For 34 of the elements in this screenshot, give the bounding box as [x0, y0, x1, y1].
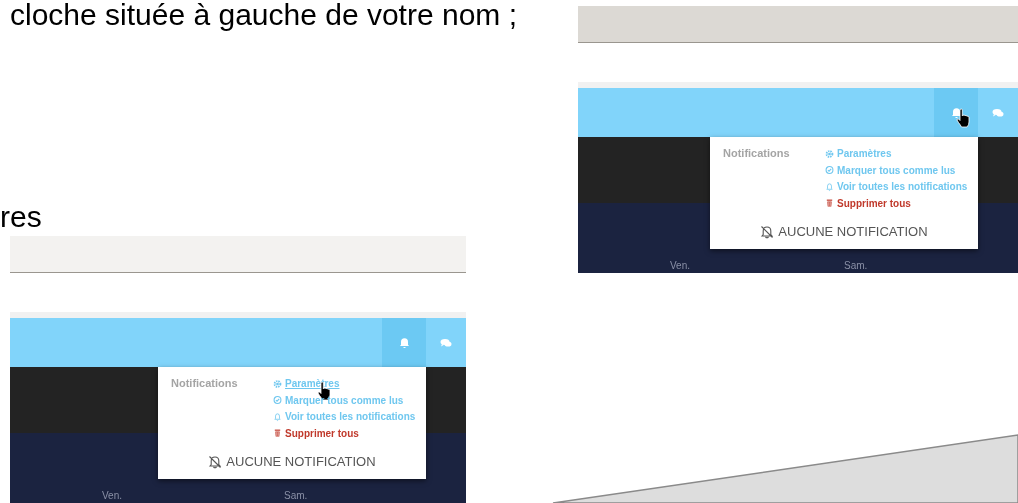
hand-cursor-icon	[956, 108, 972, 128]
empty-message: AUCUNE NOTIFICATION	[778, 224, 928, 239]
dropdown-link[interactable]: Voir toutes les notifications	[273, 410, 416, 424]
dropdown-link[interactable]: Paramètres	[273, 377, 416, 391]
day-label: Sam.	[844, 260, 869, 273]
bell-icon	[273, 411, 282, 422]
dropdown-link[interactable]: Supprimer tous	[825, 196, 968, 210]
day-label: Sam.	[284, 490, 309, 503]
body-text: cloche située à gauche de votre nom ;	[10, 0, 517, 32]
chat-icon	[992, 107, 1004, 118]
bell-icon	[950, 106, 962, 119]
trash-icon	[825, 198, 834, 209]
dropdown-title: Notifications	[171, 377, 239, 391]
gear-icon	[825, 148, 834, 159]
day-label: Ven.	[670, 260, 692, 273]
bell-slash-icon	[760, 224, 775, 239]
check-circle-icon	[825, 165, 834, 176]
dropdown-link[interactable]: Marquer tous comme lus	[825, 163, 968, 177]
check-circle-icon	[273, 395, 282, 406]
empty-message: AUCUNE NOTIFICATION	[226, 454, 376, 469]
bell-slash-icon	[208, 454, 223, 469]
dropdown-link[interactable]: Marquer tous comme lus	[273, 393, 416, 407]
chat-icon	[440, 337, 452, 348]
day-label: Ven.	[102, 490, 124, 503]
dropdown-title: Notifications	[723, 147, 791, 161]
body-text: res	[0, 200, 42, 234]
bell-icon	[398, 336, 410, 349]
bell-icon	[825, 181, 834, 192]
dropdown-link[interactable]: Paramètres	[825, 147, 968, 161]
notifications-button[interactable]	[934, 88, 978, 137]
gear-icon	[273, 378, 282, 389]
dropdown-link[interactable]: Voir toutes les notifications	[825, 180, 968, 194]
dropdown-link[interactable]: Supprimer tous	[273, 426, 416, 440]
trash-icon	[273, 428, 282, 439]
